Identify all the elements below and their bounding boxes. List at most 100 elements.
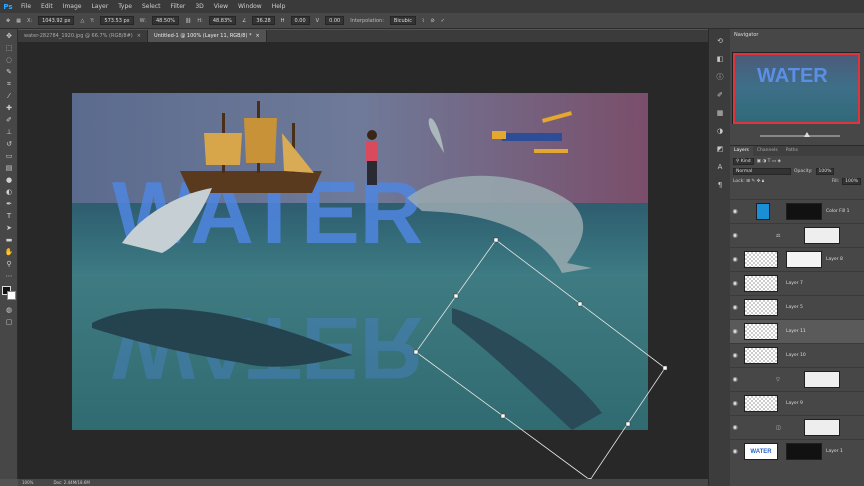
tab-channels[interactable]: Channels: [753, 146, 782, 156]
menu-file[interactable]: File: [16, 3, 36, 10]
healing-icon[interactable]: ✚: [4, 103, 14, 113]
brush-icon[interactable]: ✐: [4, 115, 14, 125]
marquee-icon[interactable]: ⬚: [4, 43, 14, 53]
visibility-eye-icon[interactable]: ◉: [730, 304, 740, 311]
quick-select-icon[interactable]: ✎: [4, 67, 14, 77]
path-select-icon[interactable]: ➤: [4, 223, 14, 233]
layer-row[interactable]: ◉ Layer 9: [730, 391, 864, 415]
layer-row[interactable]: ◉ Layer 5: [730, 295, 864, 319]
eyedropper-icon[interactable]: ⁄: [4, 91, 14, 101]
blend-mode-select[interactable]: Normal: [733, 167, 791, 175]
close-icon[interactable]: ×: [256, 33, 260, 39]
reference-point-icon[interactable]: ▦: [16, 18, 21, 24]
background-color[interactable]: [7, 291, 16, 300]
visibility-eye-icon[interactable]: ◉: [730, 352, 740, 359]
visibility-eye-icon[interactable]: ◉: [730, 256, 740, 263]
lasso-icon[interactable]: ◌: [4, 55, 14, 65]
angle-field[interactable]: 36.28: [252, 16, 275, 25]
transform-handle[interactable]: [500, 413, 506, 419]
transform-handle[interactable]: [493, 237, 499, 243]
brush-presets-icon[interactable]: ✐: [714, 89, 726, 101]
interpolation-select[interactable]: Bicubic: [389, 16, 416, 25]
screen-mode-icon[interactable]: ▢: [4, 317, 14, 327]
zoom-slider-thumb[interactable]: [804, 132, 810, 137]
tab-layers[interactable]: Layers: [730, 146, 753, 156]
transform-handle[interactable]: [453, 293, 459, 299]
menu-select[interactable]: Select: [137, 3, 166, 10]
menu-help[interactable]: Help: [267, 3, 291, 10]
stamp-icon[interactable]: ⊥: [4, 127, 14, 137]
visibility-eye-icon[interactable]: ◉: [730, 232, 740, 239]
transform-bounding-box[interactable]: [410, 235, 680, 485]
swatches-icon[interactable]: ▦: [714, 107, 726, 119]
menu-3d[interactable]: 3D: [190, 3, 208, 10]
layer-row[interactable]: ◉ ▽: [730, 367, 864, 391]
history-brush-icon[interactable]: ↺: [4, 139, 14, 149]
hskew-field[interactable]: 0.00: [290, 16, 310, 25]
navigator-thumbnail[interactable]: WATER: [732, 52, 860, 124]
blur-icon[interactable]: ●: [4, 175, 14, 185]
commit-transform-icon[interactable]: ✓: [441, 18, 445, 24]
menu-layer[interactable]: Layer: [86, 3, 113, 10]
color-swatches[interactable]: [1, 285, 17, 301]
navigator-tab[interactable]: Navigator: [730, 29, 864, 39]
height-field[interactable]: 48.83%: [208, 16, 236, 25]
visibility-eye-icon[interactable]: ◉: [730, 280, 740, 287]
menu-filter[interactable]: Filter: [166, 3, 191, 10]
layer-row[interactable]: ◉ Color Fill 1: [730, 199, 864, 223]
visibility-eye-icon[interactable]: ◉: [730, 448, 740, 455]
layer-row[interactable]: ◉ Layer 10: [730, 343, 864, 367]
zoom-icon[interactable]: ⚲: [4, 259, 14, 269]
close-icon[interactable]: ×: [137, 33, 141, 39]
delta-icon[interactable]: △: [80, 18, 84, 24]
quick-mask-icon[interactable]: ◍: [4, 305, 14, 315]
info-icon[interactable]: ⓘ: [714, 71, 726, 83]
visibility-eye-icon[interactable]: ◉: [730, 424, 740, 431]
fill-field[interactable]: 100%: [842, 177, 861, 185]
visibility-eye-icon[interactable]: ◉: [730, 208, 740, 215]
move-icon[interactable]: ✥: [4, 31, 14, 41]
gradient-icon[interactable]: ▤: [4, 163, 14, 173]
width-field[interactable]: 48.50%: [151, 16, 180, 25]
transform-handle[interactable]: [413, 349, 419, 355]
layer-row[interactable]: ◉ WATER Layer 1: [730, 439, 864, 463]
layer-row[interactable]: ◉ Layer 8: [730, 247, 864, 271]
navigator-view-box[interactable]: [733, 53, 860, 124]
warp-icon[interactable]: ⌇: [422, 18, 424, 24]
more-tools-icon[interactable]: ⋯: [4, 271, 14, 281]
link-icon[interactable]: ⛓: [185, 18, 191, 24]
menu-image[interactable]: Image: [58, 3, 87, 10]
character-icon[interactable]: A: [714, 161, 726, 173]
layer-row[interactable]: ◉ Layer 7: [730, 271, 864, 295]
layer-row[interactable]: ◉ ⚖: [730, 223, 864, 247]
visibility-eye-icon[interactable]: ◉: [730, 328, 740, 335]
zoom-slider[interactable]: [760, 132, 840, 137]
tab-paths[interactable]: Paths: [782, 146, 802, 156]
properties-icon[interactable]: ◧: [714, 53, 726, 65]
x-field[interactable]: 1043.92 px: [38, 16, 75, 25]
layer-row-selected[interactable]: ◉ Layer 11: [730, 319, 864, 343]
pen-icon[interactable]: ✒: [4, 199, 14, 209]
adjustments-icon[interactable]: ◑: [714, 125, 726, 137]
menu-edit[interactable]: Edit: [36, 3, 58, 10]
visibility-eye-icon[interactable]: ◉: [730, 376, 740, 383]
vskew-field[interactable]: 0.00: [325, 16, 345, 25]
hand-icon[interactable]: ✋: [4, 247, 14, 257]
transform-handle[interactable]: [577, 301, 583, 307]
type-icon[interactable]: T: [4, 211, 14, 221]
cancel-transform-icon[interactable]: ⊘: [430, 18, 434, 24]
zoom-level[interactable]: 100%: [22, 480, 33, 485]
tab-water-jpg[interactable]: water-282784_1920.jpg @ 66.7% (RGB/8#) ×: [18, 30, 148, 42]
layer-row[interactable]: ◉ ◫: [730, 415, 864, 439]
layer-filter-select[interactable]: ⚲ Kind: [733, 157, 754, 165]
styles-icon[interactable]: ◩: [714, 143, 726, 155]
menu-view[interactable]: View: [209, 3, 233, 10]
opacity-field[interactable]: 100%: [815, 167, 835, 175]
y-field[interactable]: 573.53 px: [100, 16, 134, 25]
menu-window[interactable]: Window: [233, 3, 267, 10]
tab-untitled[interactable]: Untitled-1 @ 100% (Layer 11, RGB/8) * ×: [147, 30, 267, 42]
paragraph-icon[interactable]: ¶: [714, 179, 726, 191]
dodge-icon[interactable]: ◐: [4, 187, 14, 197]
transform-handle[interactable]: [662, 365, 668, 371]
history-icon[interactable]: ⟲: [714, 35, 726, 47]
